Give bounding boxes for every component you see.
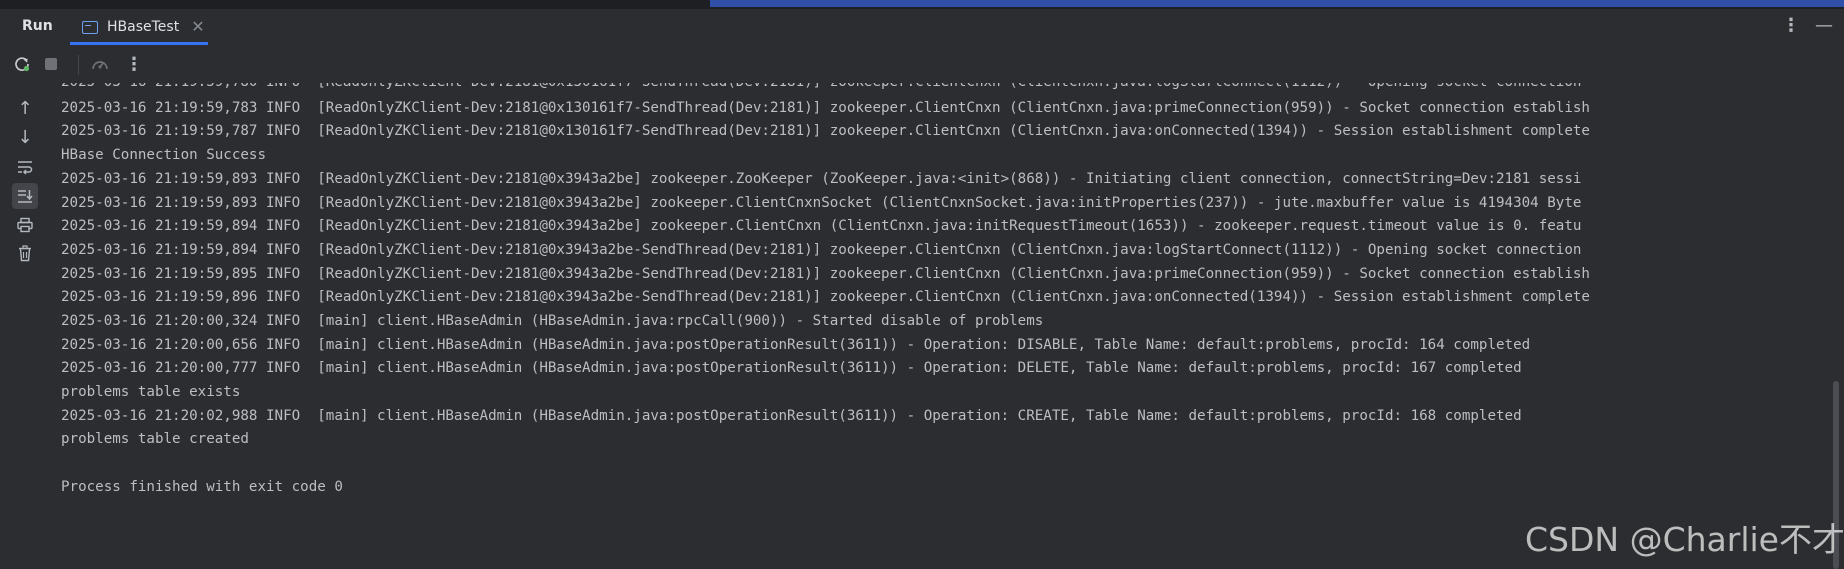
console-line: 2025-03-16 21:19:59,895 INFO [ReadOnlyZK…	[61, 266, 1590, 282]
minimize-icon[interactable]: —	[1815, 17, 1833, 35]
print-icon[interactable]	[12, 212, 38, 238]
console-line: 2025-03-16 21:19:59,780 INFO [ReadOnlyZK…	[61, 83, 1581, 94]
console-line: 2025-03-16 21:20:00,324 INFO [main] clie…	[61, 313, 1044, 329]
stop-icon[interactable]	[40, 53, 62, 75]
profiler-icon[interactable]	[89, 53, 111, 75]
arrow-down-icon[interactable]: ↓	[12, 124, 38, 150]
console-side-toolbar: ↑ ↓	[0, 83, 50, 569]
console-line: 2025-03-16 21:19:59,787 INFO [ReadOnlyZK…	[61, 123, 1590, 139]
scroll-to-end-icon[interactable]	[12, 183, 38, 209]
tool-window-title: Run	[22, 18, 53, 34]
console-line: 2025-03-16 21:20:00,777 INFO [main] clie…	[61, 360, 1522, 376]
more-vertical-icon[interactable]: ⋮	[1782, 17, 1800, 35]
arrow-up-icon[interactable]: ↑	[12, 95, 38, 121]
console-line: problems table exists	[61, 384, 241, 400]
tool-window-header: Run HBaseTest ✕ ⋮ —	[0, 9, 1844, 45]
console-line: 2025-03-16 21:19:59,894 INFO [ReadOnlyZK…	[61, 242, 1582, 258]
console-line: HBase Connection Success	[61, 147, 266, 163]
editor-top-strip	[0, 0, 1844, 9]
console-line: 2025-03-16 21:19:59,896 INFO [ReadOnlyZK…	[61, 289, 1590, 305]
console-line: 2025-03-16 21:19:59,893 INFO [ReadOnlyZK…	[61, 195, 1582, 211]
toolbar-separator	[78, 55, 79, 75]
trash-icon[interactable]	[12, 240, 38, 266]
watermark: CSDN @Charlie不才	[1525, 520, 1844, 559]
console-window-icon	[82, 20, 98, 34]
console-output[interactable]: 2025-03-16 21:19:59,780 INFO [ReadOnlyZK…	[50, 83, 1844, 569]
console-line: problems table created	[61, 431, 249, 447]
console-line: 2025-03-16 21:20:02,988 INFO [main] clie…	[61, 408, 1522, 424]
soft-wrap-icon[interactable]	[12, 154, 38, 180]
run-tool-window: Run HBaseTest ✕ ⋮ — ⋮ ↑ ↓ 2025-03-16 21:…	[0, 0, 1844, 569]
console-line: Process finished with exit code 0	[61, 479, 343, 495]
more-vertical-icon[interactable]: ⋮	[123, 53, 145, 75]
tab-label: HBaseTest	[107, 19, 180, 35]
console-line: 2025-03-16 21:19:59,894 INFO [ReadOnlyZK…	[61, 218, 1582, 234]
selection-accent	[710, 0, 1844, 7]
run-toolbar: ⋮	[0, 45, 1844, 83]
console-line: 2025-03-16 21:20:00,656 INFO [main] clie…	[61, 337, 1531, 353]
rerun-icon[interactable]	[11, 53, 33, 75]
console-line: 2025-03-16 21:19:59,783 INFO [ReadOnlyZK…	[61, 100, 1590, 116]
console-line: 2025-03-16 21:19:59,893 INFO [ReadOnlyZK…	[61, 171, 1582, 187]
close-icon[interactable]: ✕	[191, 19, 204, 35]
tab-hbasetest[interactable]: HBaseTest ✕	[70, 9, 208, 45]
